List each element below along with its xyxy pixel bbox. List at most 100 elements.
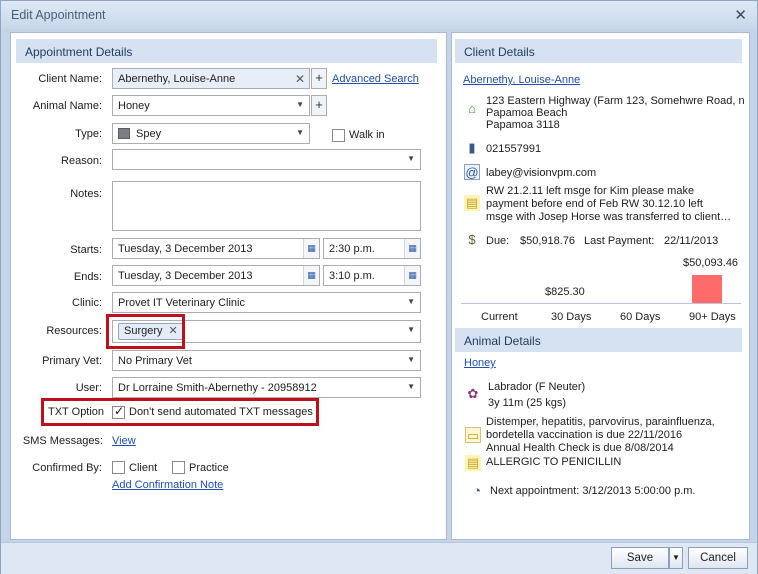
confirmed-client-label: Client — [129, 462, 158, 474]
start-date-field[interactable]: Tuesday, 3 December 2013 ▦ — [112, 238, 320, 259]
animal-name-label: Animal Name: — [32, 100, 102, 112]
reason-select[interactable]: ▼ — [112, 149, 421, 170]
save-options-dropdown[interactable]: ▼ — [669, 547, 683, 569]
aging-data-label: $825.30 — [545, 286, 585, 298]
reason-label: Reason: — [61, 155, 102, 167]
start-date-value: Tuesday, 3 December 2013 — [118, 243, 253, 255]
primary-vet-select[interactable]: No Primary Vet ▼ — [112, 350, 421, 371]
notes-textarea[interactable] — [112, 181, 421, 231]
primary-vet-value: No Primary Vet — [118, 355, 192, 367]
user-select[interactable]: Dr Lorraine Smith-Abernethy - 20958912 ▼ — [112, 377, 421, 398]
title-bar: Edit Appointment ✕ — [1, 1, 757, 29]
clinic-select[interactable]: Provet IT Veterinary Clinic ▼ — [112, 292, 421, 313]
clinic-value: Provet IT Veterinary Clinic — [118, 297, 245, 309]
start-time-field[interactable]: 2:30 p.m. ▦ — [323, 238, 421, 259]
chevron-down-icon: ▼ — [407, 154, 415, 163]
primary-vet-label: Primary Vet: — [42, 355, 102, 367]
walk-in-checkbox[interactable] — [332, 129, 345, 142]
aging-category-label: 30 Days — [551, 311, 592, 323]
clock-icon[interactable]: ▦ — [404, 239, 420, 258]
next-appointment: Next appointment: 3/12/2013 5:00:00 p.m. — [490, 485, 696, 497]
address-line-3: Papamoa 3118 — [486, 119, 560, 131]
user-value: Dr Lorraine Smith-Abernethy - 20958912 — [118, 382, 317, 394]
close-icon[interactable]: ✕ — [734, 6, 747, 24]
calendar-icon[interactable]: ▦ — [303, 266, 319, 285]
start-time-value: 2:30 p.m. — [329, 243, 375, 255]
end-date-value: Tuesday, 3 December 2013 — [118, 270, 253, 282]
aging-data-label: $50,093.46 — [683, 257, 739, 269]
sms-messages-label: SMS Messages: — [22, 435, 103, 447]
reminder-line-3: Annual Health Check is due 8/08/2014 — [486, 442, 674, 454]
aging-category-label: Current — [481, 311, 518, 323]
end-date-field[interactable]: Tuesday, 3 December 2013 ▦ — [112, 265, 320, 286]
end-time-value: 3:10 p.m. — [329, 270, 375, 282]
add-client-button[interactable]: + — [311, 68, 327, 89]
type-select[interactable]: Spey ▼ — [112, 123, 310, 144]
animal-age-weight: 3y 11m (25 kgs) — [488, 397, 567, 409]
clear-client-icon[interactable]: ✕ — [295, 72, 305, 86]
animal-breed: Labrador (F Neuter) — [488, 381, 586, 393]
add-animal-button[interactable]: + — [311, 95, 327, 116]
resources-label: Resources: — [46, 325, 102, 337]
dont-send-txt-checkbox[interactable] — [112, 404, 125, 419]
last-payment-label: Last Payment: — [584, 235, 655, 247]
add-confirmation-note-link[interactable]: Add Confirmation Note — [112, 479, 223, 491]
chevron-down-icon: ▼ — [407, 297, 415, 306]
client-name-label: Client Name: — [38, 73, 102, 85]
due-label: Due: — [486, 235, 510, 247]
save-button[interactable]: Save — [611, 547, 669, 569]
appointment-details-header: Appointment Details — [16, 39, 437, 63]
client-name-link[interactable]: Abernethy, Louise-Anne — [463, 74, 580, 86]
dog-icon: ✿ — [467, 386, 479, 401]
confirmed-practice-label: Practice — [189, 462, 229, 474]
due-value: $50,918.76 — [520, 235, 576, 247]
client-details-header: Client Details — [455, 39, 742, 63]
client-phone: 021557991 — [486, 143, 542, 155]
alert-note-icon: ▤ — [465, 455, 481, 471]
reminder-icon: ▭ — [465, 427, 481, 443]
end-time-field[interactable]: 3:10 p.m. ▦ — [323, 265, 421, 286]
address-line-2: Papamoa Beach — [486, 107, 568, 119]
aging-category-label: 90+ Days — [689, 311, 736, 323]
note-icon: ▤ — [464, 195, 480, 211]
animal-name-link[interactable]: Honey — [464, 357, 496, 369]
animal-name-value: Honey — [118, 100, 150, 112]
client-email: labey@visionvpm.com — [486, 167, 597, 179]
clock-icon[interactable]: ▦ — [404, 266, 420, 285]
confirmed-by-label: Confirmed By: — [32, 462, 102, 474]
address-line-1: 123 Eastern Highway (Farm 123, Somehwre … — [486, 95, 745, 107]
calendar-icon[interactable]: ▦ — [303, 239, 319, 258]
advanced-search-link[interactable]: Advanced Search — [332, 73, 419, 85]
user-label: User: — [75, 382, 102, 394]
resources-highlight-box — [106, 314, 185, 349]
phone-icon: ▮ — [468, 140, 476, 155]
starts-label: Starts: — [70, 244, 102, 256]
appointment-icon: ◔ — [473, 483, 481, 498]
last-payment-value: 22/11/2013 — [664, 235, 719, 247]
animal-alert: ALLERGIC TO PENICILLIN — [486, 456, 622, 468]
confirmed-client-checkbox[interactable] — [112, 461, 125, 474]
chevron-down-icon: ▼ — [296, 100, 304, 109]
chart-axis — [461, 303, 741, 304]
confirmed-practice-checkbox[interactable] — [172, 461, 185, 474]
client-note-line-1: RW 21.2.11 left msge for Kim please make — [486, 185, 695, 197]
sms-view-link[interactable]: View — [112, 435, 136, 447]
client-note-line-2: payment before end of Feb RW 30.12.10 le… — [486, 198, 703, 210]
type-label: Type: — [75, 128, 102, 140]
email-icon: @ — [464, 164, 480, 180]
txt-option-label: TXT Option — [48, 406, 105, 418]
dont-send-txt-label: Don't send automated TXT messages — [129, 406, 313, 418]
animal-details-header: Animal Details — [455, 328, 742, 352]
window-title: Edit Appointment — [11, 8, 106, 22]
client-name-field[interactable]: Abernethy, Louise-Anne ✕ — [112, 68, 310, 89]
aging-category-label: 60 Days — [620, 311, 661, 323]
notes-label: Notes: — [70, 188, 102, 200]
cancel-button[interactable]: Cancel — [688, 547, 748, 569]
type-color-swatch — [118, 128, 130, 139]
clinic-label: Clinic: — [72, 297, 102, 309]
animal-name-select[interactable]: Honey ▼ — [112, 95, 310, 116]
chevron-down-icon: ▼ — [407, 382, 415, 391]
ends-label: Ends: — [73, 271, 102, 283]
money-bag-icon: $ — [468, 232, 476, 247]
edit-appointment-window: Edit Appointment ✕ Appointment Details C… — [0, 0, 758, 574]
